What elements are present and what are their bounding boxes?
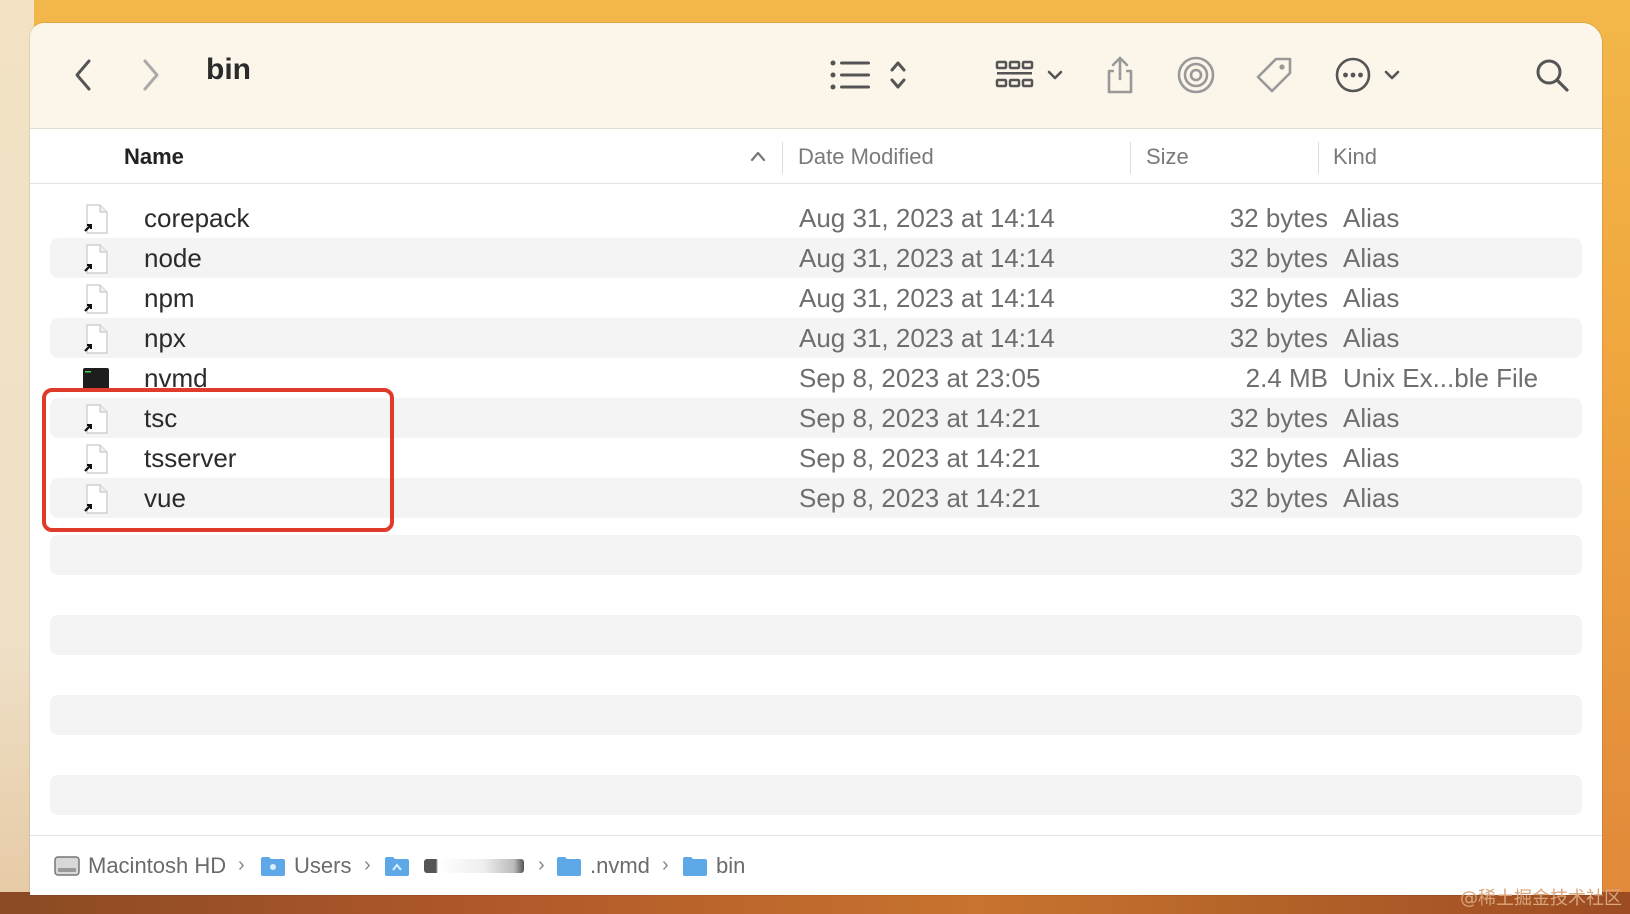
empty-row: [50, 535, 1582, 575]
file-row[interactable]: npm Aug 31, 2023 at 14:14 32 bytes Alias: [50, 278, 1582, 318]
users-folder-icon: [261, 857, 285, 876]
path-item-users[interactable]: Users: [260, 836, 351, 895]
column-size[interactable]: Size: [1146, 130, 1189, 184]
folder-icon: [557, 857, 581, 876]
search-button[interactable]: [1530, 53, 1574, 97]
file-size: 32 bytes: [1229, 283, 1328, 313]
airdrop-icon: [1177, 56, 1215, 94]
chevron-left-icon: [75, 59, 91, 91]
file-date-modified: Aug 31, 2023 at 14:14: [799, 283, 1055, 313]
file-kind: Alias: [1343, 403, 1400, 433]
highlight-annotation: [42, 388, 394, 532]
chevron-right-icon: ›: [364, 854, 371, 876]
path-item-label: Users: [294, 853, 352, 878]
column-date-modified[interactable]: Date Modified: [798, 130, 934, 184]
forward-button[interactable]: [134, 55, 168, 95]
file-kind: Alias: [1343, 283, 1400, 313]
home-folder-icon: [385, 857, 409, 876]
path-item-macintosh-hd[interactable]: Macintosh HD: [54, 836, 226, 895]
alias-file-icon: [84, 244, 108, 274]
share-icon: [1107, 56, 1133, 94]
file-date-modified: Sep 8, 2023 at 14:21: [799, 443, 1041, 473]
file-size: 32 bytes: [1229, 323, 1328, 353]
path-item-nvmd[interactable]: .nvmd: [556, 836, 650, 895]
path-item-label: .nvmd: [590, 853, 650, 878]
file-kind: Alias: [1343, 203, 1400, 233]
chevron-right-icon: ›: [538, 854, 545, 876]
chevron-updown-icon: [890, 61, 906, 89]
tag-icon: [1256, 57, 1292, 93]
alias-file-icon: [84, 324, 108, 354]
alias-file-icon: [84, 204, 108, 234]
column-kind[interactable]: Kind: [1333, 130, 1377, 184]
redacted-username: [424, 859, 524, 873]
finder-window: bin Name Date Modified Size Kind corepac…: [30, 23, 1602, 895]
tag-button[interactable]: [1252, 53, 1296, 97]
grid-view-icon: [995, 60, 1034, 88]
file-name: node: [144, 243, 202, 273]
toolbar: bin: [30, 23, 1602, 129]
search-icon: [1536, 59, 1569, 92]
empty-row: [50, 695, 1582, 735]
list-view-icon: [830, 60, 870, 90]
file-date-modified: Sep 8, 2023 at 14:21: [799, 403, 1041, 433]
file-size: 32 bytes: [1229, 443, 1328, 473]
file-kind: Alias: [1343, 243, 1400, 273]
share-button[interactable]: [1100, 51, 1140, 99]
chevron-right-icon: [143, 59, 159, 91]
desktop-left-edge: [0, 0, 34, 914]
group-button[interactable]: [990, 53, 1070, 97]
file-date-modified: Aug 31, 2023 at 14:14: [799, 203, 1055, 233]
file-size: 32 bytes: [1229, 243, 1328, 273]
file-name: npx: [144, 323, 186, 353]
action-menu-button[interactable]: [1328, 53, 1408, 97]
chevron-right-icon: ›: [238, 854, 245, 876]
file-name: corepack: [144, 203, 250, 233]
sort-ascending-icon[interactable]: [748, 148, 768, 166]
file-kind: Unix Ex...ble File: [1343, 363, 1539, 393]
back-button[interactable]: [66, 55, 100, 95]
file-row[interactable]: corepack Aug 31, 2023 at 14:14 32 bytes Ali…: [50, 198, 1582, 238]
file-kind: Alias: [1343, 323, 1400, 353]
file-kind: Alias: [1343, 483, 1400, 513]
view-mode-button[interactable]: [825, 53, 915, 97]
hard-drive-icon: [54, 856, 80, 876]
empty-row: [50, 615, 1582, 655]
path-bar: Macintosh HD › Users › › .nvmd › bin: [30, 835, 1602, 895]
column-name[interactable]: Name: [124, 130, 184, 184]
alias-file-icon: [84, 284, 108, 314]
file-kind: Alias: [1343, 443, 1400, 473]
file-size: 32 bytes: [1229, 203, 1328, 233]
file-row[interactable]: node Aug 31, 2023 at 14:14 32 bytes Alias: [50, 238, 1582, 278]
column-divider[interactable]: [782, 142, 783, 174]
file-date-modified: Aug 31, 2023 at 14:14: [799, 243, 1055, 273]
ellipsis-circle-icon: [1335, 57, 1371, 93]
empty-row: [50, 775, 1582, 815]
chevron-right-icon: ›: [662, 854, 669, 876]
desktop-bottom-edge: [0, 892, 1630, 914]
file-size: 32 bytes: [1229, 483, 1328, 513]
chevron-down-icon: [1384, 70, 1400, 80]
path-item-label: Macintosh HD: [88, 853, 227, 878]
file-date-modified: Aug 31, 2023 at 14:14: [799, 323, 1055, 353]
file-size: 2.4 MB: [1245, 363, 1328, 393]
file-row[interactable]: npx Aug 31, 2023 at 14:14 32 bytes Alias: [50, 318, 1582, 358]
file-date-modified: Sep 8, 2023 at 23:05: [799, 363, 1041, 393]
column-divider[interactable]: [1130, 142, 1131, 174]
file-date-modified: Sep 8, 2023 at 14:21: [799, 483, 1041, 513]
column-header: Name Date Modified Size Kind: [30, 130, 1602, 184]
path-item-bin[interactable]: bin: [682, 836, 745, 895]
path-item-home[interactable]: [384, 836, 524, 895]
file-name: npm: [144, 283, 195, 313]
folder-icon: [683, 857, 707, 876]
chevron-down-icon: [1047, 70, 1063, 80]
file-size: 32 bytes: [1229, 403, 1328, 433]
window-title: bin: [206, 53, 251, 86]
airdrop-button[interactable]: [1174, 53, 1218, 97]
path-item-label: bin: [716, 853, 746, 878]
watermark: @稀土掘金技术社区: [1460, 888, 1622, 909]
column-divider[interactable]: [1318, 142, 1319, 174]
